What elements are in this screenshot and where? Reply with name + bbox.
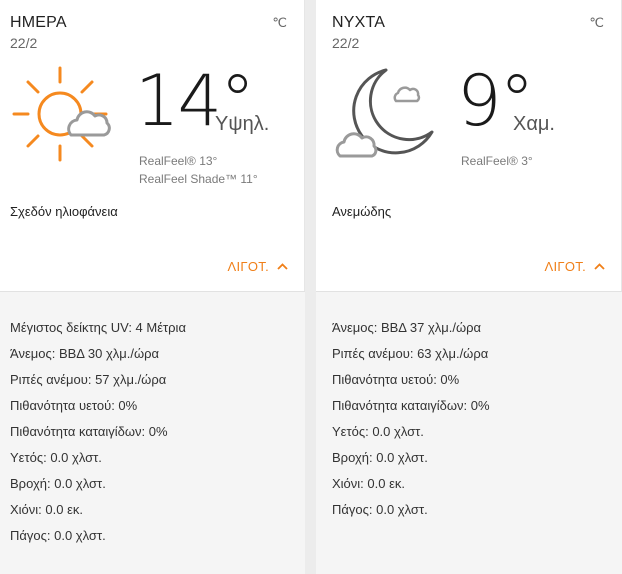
detail-row: Άνεμος: ΒΒΔ 30 χλμ./ώρα (10, 346, 160, 361)
day-label: ΗΜΕΡΑ (10, 14, 67, 31)
night-low-label: Χαμ. (513, 113, 555, 135)
day-high-label: Υψηλ. (215, 113, 270, 135)
detail-row: Πιθανότητα καταιγίδων: 0% (10, 424, 168, 439)
night-realfeel: RealFeel® 3° (461, 154, 533, 168)
day-details-list: Μέγιστος δείκτης UV: 4 Μέτρια Άνεμος: ΒΒ… (10, 320, 186, 554)
detail-row: Πιθανότητα υετού: 0% (332, 372, 460, 387)
day-less-button[interactable]: ΛΙΓΟΤ. (228, 259, 289, 274)
night-details: Άνεμος: ΒΒΔ 37 χλμ./ώρα Ριπές ανέμου: 63… (316, 291, 622, 574)
detail-row: Βροχή: 0.0 χλστ. (332, 450, 428, 465)
detail-row: Υετός: 0.0 χλστ. (10, 450, 102, 465)
detail-row: Βροχή: 0.0 χλστ. (10, 476, 106, 491)
detail-row: Πάγος: 0.0 χλστ. (332, 502, 428, 517)
detail-row: Ριπές ανέμου: 57 χλμ./ώρα (10, 372, 167, 387)
partly-sunny-icon (12, 66, 111, 162)
night-summary-card: ΝΥΧΤΑ 22/2 ℃ 9° Χαμ. RealFeel® 3° Ανεμώδ… (316, 0, 622, 291)
less-label: ΛΙΓΟΤ. (227, 259, 269, 274)
detail-row: Χιόνι: 0.0 εκ. (332, 476, 405, 491)
night-date: 22/2 (332, 35, 360, 51)
night-forecast-panel: ΝΥΧΤΑ 22/2 ℃ 9° Χαμ. RealFeel® 3° Ανεμώδ… (316, 0, 622, 574)
less-label: ΛΙΓΟΤ. (544, 259, 586, 274)
night-less-button[interactable]: ΛΙΓΟΤ. (545, 259, 606, 274)
day-phrase: Σχεδόν ηλιοφάνεια (10, 204, 118, 219)
day-realfeel: RealFeel® 13° (139, 154, 218, 168)
detail-row: Υετός: 0.0 χλστ. (332, 424, 424, 439)
chevron-up-icon (594, 263, 605, 270)
day-date: 22/2 (10, 35, 38, 51)
temperature-unit: ℃ (589, 15, 604, 30)
day-summary-card: ΗΜΕΡΑ 22/2 ℃ 14° Υψηλ. RealFeel® 13° Rea… (0, 0, 305, 291)
detail-row: Πιθανότητα καταιγίδων: 0% (332, 398, 490, 413)
detail-row: Πιθανότητα υετού: 0% (10, 398, 138, 413)
detail-row: Άνεμος: ΒΒΔ 37 χλμ./ώρα (332, 320, 482, 335)
night-phrase: Ανεμώδης (332, 204, 392, 219)
detail-row: Μέγιστος δείκτης UV: 4 Μέτρια (10, 320, 186, 335)
day-details: Μέγιστος δείκτης UV: 4 Μέτρια Άνεμος: ΒΒ… (0, 291, 305, 574)
detail-row: Πάγος: 0.0 χλστ. (10, 528, 106, 543)
detail-row: Χιόνι: 0.0 εκ. (10, 502, 83, 517)
chevron-up-icon (277, 263, 288, 270)
day-forecast-panel: ΗΜΕΡΑ 22/2 ℃ 14° Υψηλ. RealFeel® 13° Rea… (0, 0, 305, 574)
partly-cloudy-night-icon (335, 68, 434, 158)
night-details-list: Άνεμος: ΒΒΔ 37 χλμ./ώρα Ριπές ανέμου: 63… (332, 320, 490, 528)
detail-row: Ριπές ανέμου: 63 χλμ./ώρα (332, 346, 489, 361)
temperature-unit: ℃ (272, 15, 287, 30)
day-realfeel-shade: RealFeel Shade™ 11° (139, 172, 258, 186)
night-label: ΝΥΧΤΑ (332, 14, 386, 31)
